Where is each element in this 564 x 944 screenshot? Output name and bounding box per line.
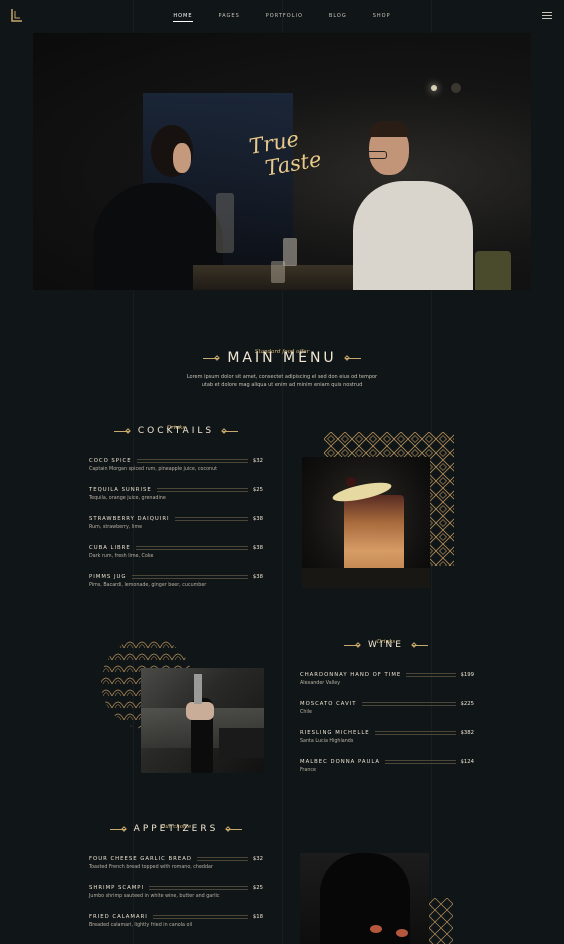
nav-pages[interactable]: PAGES (219, 13, 240, 19)
appetizers-list: FOUR CHEESE GARLIC BREAD $32 Toasted Fren… (89, 855, 263, 942)
wine-photo (141, 668, 264, 773)
nav-portfolio[interactable]: PORTFOLIO (266, 13, 303, 19)
cocktails-title: COCKTAILS (88, 426, 264, 436)
cocktail-photo (302, 457, 430, 588)
main-nav: HOME PAGES PORTFOLIO BLOG SHOP (0, 13, 564, 22)
main-menu-title: MAIN MENU (0, 350, 564, 366)
menu-burger-icon[interactable] (542, 12, 552, 20)
menu-item[interactable]: STRAWBERRY DAIQUIRI $38 Rum, strawberry, … (89, 515, 263, 544)
chef-photo (300, 853, 429, 944)
art-deco-pattern (429, 898, 453, 944)
main-menu-intro: Lorem ipsum dolor sit amet, consectet ad… (186, 374, 378, 388)
menu-item[interactable]: CHARDONNAY HAND OF TIME $199 Alexander Va… (300, 671, 474, 700)
menu-item[interactable]: CUBA LIBRE $38 Dark rum, fresh lime, Coke (89, 544, 263, 573)
hero-script-title: True Taste (247, 126, 324, 181)
menu-item[interactable]: MOSCATO CAVIT $225 Chile (300, 700, 474, 729)
nav-shop[interactable]: SHOP (373, 13, 391, 19)
menu-item[interactable]: TEQUILA SUNRISE $25 Tequila, orange juice… (89, 486, 263, 515)
nav-home[interactable]: HOME (173, 13, 193, 22)
wine-list: CHARDONNAY HAND OF TIME $199 Alexander Va… (300, 671, 474, 787)
menu-item[interactable]: SHRIMP SCAMPI $25 Jumbo shrimp sauteed in… (89, 884, 263, 913)
cocktails-list: COCO SPICE $32 Captain Morgan spiced rum,… (89, 457, 263, 602)
menu-item[interactable]: PIMMS JUG $38 Pims, Bacardi, lemonade, gi… (89, 573, 263, 602)
menu-item[interactable]: FOUR CHEESE GARLIC BREAD $32 Toasted Fren… (89, 855, 263, 884)
appetizers-title: APPETIZERS (88, 824, 264, 834)
menu-item[interactable]: FRIED CALAMARI $18 Breaded calamari, ligh… (89, 913, 263, 942)
menu-item[interactable]: MALBEC DONNA PAULA $124 France (300, 758, 474, 787)
wine-title: WINE (298, 640, 474, 650)
hero-image: True Taste (33, 33, 531, 290)
menu-item[interactable]: COCO SPICE $32 Captain Morgan spiced rum,… (89, 457, 263, 486)
menu-item[interactable]: RIESLING MICHELLE $382 Santa Lucia Highla… (300, 729, 474, 758)
nav-blog[interactable]: BLOG (329, 13, 347, 19)
